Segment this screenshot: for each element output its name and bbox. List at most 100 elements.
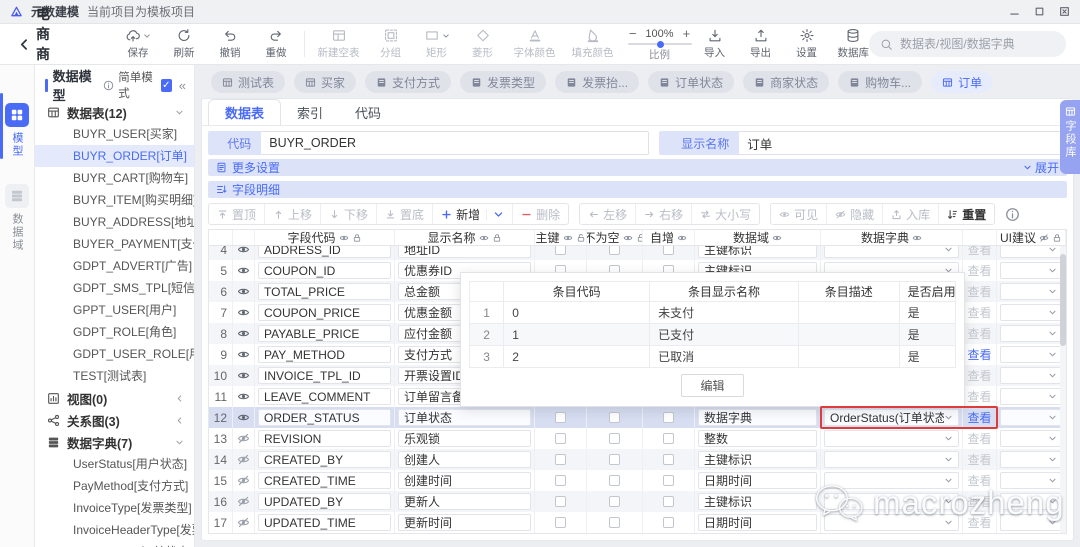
toolbar-undo-button[interactable]: 撤销 <box>215 28 245 60</box>
panel-tab[interactable]: 索引 <box>281 99 339 125</box>
doc-tab[interactable]: 商家状态 <box>743 71 830 93</box>
sidebar-group-dicts[interactable]: 数据字典(7) <box>35 431 194 453</box>
field-code-input[interactable]: CREATED_BY <box>258 451 391 468</box>
field-row-UPDATED_TIME[interactable]: 17 UPDATED_TIME 更新时间 日期时间 查看 <box>209 512 1066 533</box>
zoom-slider-handle[interactable] <box>656 40 664 48</box>
data-domain-select[interactable]: 日期时间 <box>698 514 817 531</box>
ui-suggest-select[interactable] <box>1000 514 1063 531</box>
edit-dict-button[interactable]: 编辑 <box>681 374 744 397</box>
eye-icon[interactable] <box>233 260 255 281</box>
eye-icon[interactable] <box>233 407 255 428</box>
tree-item[interactable]: TEST[测试表] <box>35 365 194 387</box>
field-code-input[interactable]: ORDER_STATUS <box>258 409 391 426</box>
data-domain-select[interactable]: 主键标识 <box>698 246 817 258</box>
primary-key-checkbox[interactable] <box>555 433 566 444</box>
toolbar-fill-color-button[interactable]: 填充颜色 <box>572 28 614 60</box>
toolbar-font-color-button[interactable]: 字体颜色 <box>514 28 556 60</box>
view-dict-link[interactable]: 查看 <box>967 304 991 321</box>
toolbar-save-button[interactable]: 保存 <box>123 28 153 60</box>
ui-suggest-select[interactable] <box>1000 325 1063 342</box>
tree-item[interactable]: OrderStatus[订单状态] <box>35 541 194 547</box>
tree-item[interactable]: GDPT_ADVERT[广告] <box>35 255 194 277</box>
field-code-input[interactable]: INVOICE_TPL_ID <box>258 367 391 384</box>
auto-increment-checkbox[interactable] <box>663 517 674 528</box>
ui-suggest-select[interactable] <box>1000 246 1063 258</box>
tree-item[interactable]: PayMethod[支付方式] <box>35 475 194 497</box>
zoom-out-button[interactable]: − <box>629 26 637 41</box>
auto-increment-checkbox[interactable] <box>663 475 674 486</box>
eye-icon[interactable] <box>233 344 255 365</box>
auto-increment-checkbox[interactable] <box>663 496 674 507</box>
data-domain-select[interactable]: 主键标识 <box>698 493 817 510</box>
view-dict-link[interactable]: 查看 <box>967 346 991 363</box>
vertical-scrollbar[interactable] <box>1060 246 1066 533</box>
view-dict-link[interactable]: 查看 <box>967 493 991 510</box>
zoom-in-button[interactable]: + <box>683 26 691 41</box>
field-code-input[interactable]: ADDRESS_ID <box>258 246 391 258</box>
toolbar-new-empty-table-button[interactable]: 新建空表 <box>318 28 360 60</box>
field-code-input[interactable]: PAY_METHOD <box>258 346 391 363</box>
field-code-input[interactable]: COUPON_ID <box>258 262 391 279</box>
tree-item[interactable]: GPPT_USER[用户] <box>35 299 194 321</box>
toolbar-rectangle-button[interactable]: 矩形 <box>422 28 452 60</box>
data-dict-select[interactable] <box>824 451 959 468</box>
field-code-input[interactable]: UPDATED_TIME <box>258 514 391 531</box>
view-dict-link[interactable]: 查看 <box>967 472 991 489</box>
doc-tab[interactable]: 发票类型 <box>460 71 547 93</box>
doc-tab[interactable]: 订单状态 <box>648 71 735 93</box>
view-dict-link[interactable]: 查看 <box>967 409 991 426</box>
data-dict-select[interactable] <box>824 493 959 510</box>
tree-item[interactable]: UserStatus[用户状态] <box>35 453 194 475</box>
eye-off-icon[interactable] <box>233 470 255 491</box>
auto-increment-checkbox[interactable] <box>663 412 674 423</box>
doc-tab[interactable]: 测试表 <box>211 71 286 93</box>
not-null-checkbox[interactable] <box>609 517 620 528</box>
doc-tab[interactable]: 发票抬... <box>555 71 640 93</box>
tree-item[interactable]: GDPT_USER_ROLE[用户角色] <box>35 343 194 365</box>
expand-button[interactable]: 展开 <box>1023 159 1059 176</box>
panel-tab[interactable]: 数据表 <box>208 99 282 125</box>
field-code-input[interactable]: UPDATED_BY <box>258 493 391 510</box>
ui-suggest-select[interactable] <box>1000 304 1063 321</box>
search-input[interactable] <box>900 37 1055 51</box>
not-null-checkbox[interactable] <box>609 433 620 444</box>
field-上移-button[interactable]: 上移 <box>264 204 320 224</box>
display-name-input[interactable]: 乐观锁 <box>398 430 531 447</box>
tree-item[interactable]: BUYR_ITEM[购买明细] <box>35 189 194 211</box>
auto-increment-checkbox[interactable] <box>663 433 674 444</box>
tree-item[interactable]: InvoiceType[发票类型] <box>35 497 194 519</box>
field-code-input[interactable]: REVISION <box>258 430 391 447</box>
doc-tab[interactable]: 购物车... <box>838 71 923 93</box>
field-删除-button[interactable]: 删除 <box>512 204 568 224</box>
data-domain-select[interactable]: 日期时间 <box>698 472 817 489</box>
toolbar-settings-button[interactable]: 设置 <box>792 28 822 60</box>
eye-icon[interactable] <box>233 386 255 407</box>
more-settings-bar[interactable]: 更多设置 展开 <box>208 159 1067 176</box>
field-code-input[interactable]: LEAVE_COMMENT <box>258 388 391 405</box>
field-code-input[interactable]: PAYABLE_PRICE <box>258 325 391 342</box>
data-dict-select[interactable] <box>824 246 959 258</box>
data-dict-select[interactable] <box>824 472 959 489</box>
sidebar-group-views[interactable]: 视图(0) <box>35 387 194 409</box>
field-code-input[interactable]: CREATED_TIME <box>258 472 391 489</box>
view-dict-link[interactable]: 查看 <box>967 514 991 531</box>
ui-suggest-select[interactable] <box>1000 409 1063 426</box>
primary-key-checkbox[interactable] <box>555 454 566 465</box>
minimize-button[interactable] <box>1009 6 1020 17</box>
toolbar-group-button[interactable]: 分组 <box>376 28 406 60</box>
scrollbar-thumb[interactable] <box>1060 254 1066 346</box>
eye-icon[interactable] <box>233 302 255 323</box>
not-null-checkbox[interactable] <box>609 412 620 423</box>
eye-icon[interactable] <box>233 281 255 302</box>
not-null-checkbox[interactable] <box>609 454 620 465</box>
toolbar-database-button[interactable]: 数据库 <box>838 28 869 60</box>
display-name-input[interactable]: 更新人 <box>398 493 531 510</box>
collapse-sidebar-button[interactable]: « <box>179 78 186 93</box>
field-置底-button[interactable]: 置底 <box>376 204 432 224</box>
field-detail-bar[interactable]: 字段明细 <box>208 181 1067 198</box>
display-name-input[interactable]: 创建时间 <box>398 472 531 489</box>
field-重置-button[interactable]: 重置 <box>938 204 994 224</box>
primary-key-checkbox[interactable] <box>555 496 566 507</box>
data-domain-select[interactable]: 数据字典 <box>698 409 817 426</box>
view-dict-link[interactable]: 查看 <box>967 325 991 342</box>
